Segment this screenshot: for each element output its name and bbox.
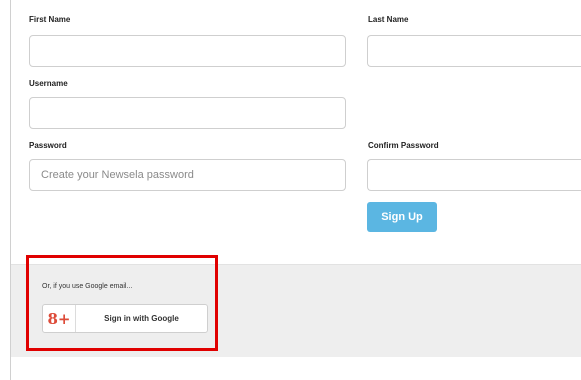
sign-up-button[interactable]: Sign Up	[367, 202, 437, 232]
highlight-annotation-box	[26, 255, 218, 351]
username-input[interactable]	[29, 97, 346, 129]
password-input[interactable]	[29, 159, 346, 191]
first-name-input[interactable]	[29, 35, 346, 67]
confirm-password-label: Confirm Password	[368, 141, 439, 150]
first-name-label: First Name	[29, 15, 71, 24]
username-label: Username	[29, 79, 68, 88]
password-label: Password	[29, 141, 67, 150]
last-name-label: Last Name	[368, 15, 409, 24]
confirm-password-input[interactable]	[367, 159, 581, 191]
last-name-input[interactable]	[367, 35, 581, 67]
